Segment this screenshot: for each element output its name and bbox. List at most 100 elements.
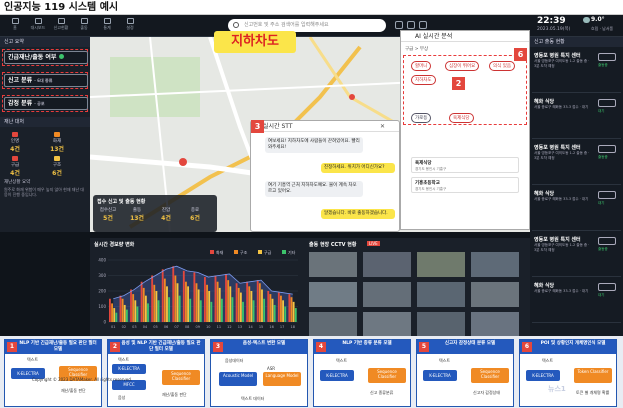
nav-dispatch[interactable]: 출동 — [73, 17, 95, 35]
bar — [130, 289, 132, 322]
bar — [220, 298, 223, 322]
keyword-chip[interactable]: 의식 있음 — [489, 61, 515, 71]
legend-swatch — [282, 250, 286, 254]
bar — [248, 286, 251, 322]
emergency-dispatch-button[interactable]: 긴급재난/출동 여부 — [4, 51, 88, 64]
cctv-feed[interactable] — [363, 282, 411, 307]
bar — [269, 294, 272, 322]
bar — [136, 306, 139, 322]
cctv-feed[interactable] — [471, 252, 519, 277]
cctv-feed[interactable] — [309, 252, 357, 277]
dispatch-card[interactable]: 혜화 식당 서울 종로구 혜화동 33-3 접수 · 대기 대기 — [532, 95, 621, 139]
user-icon[interactable] — [419, 21, 427, 29]
nav-dashboard[interactable]: 대시보드 — [27, 17, 49, 35]
bar — [172, 266, 175, 322]
dispatch-card[interactable]: 혜화 식당 서울 종로구 혜화동 33-3 접수 · 대기 대기 — [532, 279, 621, 323]
model-card-6: POI 및 상황인지 개체명인식 모델 6 텍스트 K-ELECTRA Token… — [519, 339, 617, 407]
bell-icon[interactable] — [395, 21, 403, 29]
bar — [185, 281, 187, 322]
emotion-type-button[interactable]: 감정 분류 · 공포 — [4, 97, 88, 110]
bar — [144, 295, 147, 322]
model-card-4: NLP 기반 종류 분류 모델 4 텍스트 K-ELECTRA Sequence … — [313, 339, 411, 407]
dispatch-card[interactable]: 영등포 병원 특지 센터 서울 영등포구 여의도동 1-2 출동 중 · 3분 … — [532, 141, 621, 185]
cctv-feed[interactable] — [309, 312, 357, 337]
bar — [113, 308, 116, 322]
left-panel: 신고 요약 긴급재난/출동 여부 신고 분류 · 6대 종류 감정 분류 · 공… — [0, 37, 90, 232]
bar — [182, 270, 185, 322]
cctv-feed[interactable] — [471, 282, 519, 307]
bar — [277, 292, 280, 322]
note-text: 원주로 화재 위험이 매우 높지 않아 현재 재난 대응이 진행 중입니다. — [4, 187, 85, 197]
nav-stats[interactable]: 통계 — [96, 17, 118, 35]
x-tick-label: 06 — [164, 325, 168, 329]
truck-icon — [598, 99, 616, 107]
report-type-button[interactable]: 신고 분류 · 6대 종류 — [4, 74, 88, 87]
keyword-chip[interactable]: 육제식당 — [449, 113, 474, 123]
map-marker[interactable] — [179, 158, 187, 166]
bar — [132, 294, 135, 322]
bar — [292, 301, 295, 322]
bar — [252, 300, 255, 322]
cctv-feed[interactable] — [417, 282, 465, 307]
keyword-chip[interactable]: 할머니 — [411, 61, 432, 71]
bar — [134, 300, 137, 322]
status-dot — [58, 54, 64, 59]
cctv-feed[interactable] — [417, 252, 465, 277]
dispatch-card[interactable]: 영등포 병원 특지 센터 서울 영등포구 여의도동 1-2 출동 중 · 3분 … — [532, 49, 621, 93]
bar — [267, 291, 270, 322]
place-item[interactable]: 기흥초등학교 경기도 용인시 기흥구 — [411, 177, 519, 193]
stt-title: 실시간 STT — [251, 121, 399, 132]
bar — [204, 277, 206, 322]
cctv-feed[interactable] — [309, 282, 357, 307]
ambulance-icon — [12, 156, 18, 161]
clock-time: 22:39 — [537, 16, 566, 26]
keyword-chip[interactable]: 가로등 — [411, 113, 432, 123]
bar — [273, 304, 276, 322]
truck-icon — [598, 191, 616, 199]
cctv-feed[interactable] — [363, 312, 411, 337]
ai-title: AI 실시간 분석 — [401, 31, 529, 42]
x-tick-label: 14 — [248, 325, 253, 329]
keyword-chip[interactable]: 심장이 뛰어요 — [445, 61, 480, 71]
ai-analysis-panel: AI 실시간 분석 구급 > 부상 할머니 심장이 뛰어요 의식 있음 지하차도… — [400, 30, 530, 230]
nav-settings[interactable]: 설정 — [119, 17, 141, 35]
map-marker[interactable] — [349, 94, 355, 100]
cctv-feed[interactable] — [363, 252, 411, 277]
bar — [271, 298, 274, 322]
badge-2: 2 — [452, 77, 465, 90]
dispatch-card[interactable]: 혜화 식당 서울 종로구 혜화동 33-3 접수 · 대기 대기 — [532, 187, 621, 231]
mail-icon[interactable] — [407, 21, 415, 29]
nav-home[interactable]: 홈 — [4, 17, 26, 35]
dispatch-card[interactable]: 영등포 병원 특지 센터 서울 영등포구 여의도동 1-2 출동 중 · 3분 … — [532, 233, 621, 277]
place-item[interactable]: 육제식당 경기도 용인시 기흥구 — [411, 157, 519, 173]
stt-panel: 실시간 STT 여보세요! 지하차도에 사람들이 갇혀있어요. 빨리 와주세요!… — [250, 120, 400, 232]
tunnel-alert-label: 지하차도 — [214, 31, 296, 53]
bar — [163, 278, 166, 322]
bar — [214, 275, 217, 322]
x-tick-label: 13 — [238, 325, 242, 329]
bar — [288, 294, 291, 322]
fire-icon — [54, 132, 60, 137]
stat-ambulance: 구급 4건 — [4, 155, 26, 177]
legend-label: 구급 — [264, 250, 272, 255]
rescue-icon — [54, 156, 60, 161]
legend-swatch — [210, 250, 214, 254]
stt-bubble: 여기 기흥역 근처 지하차도예요. 물이 계속 차오르고 있어요. — [265, 181, 363, 197]
bar — [282, 300, 285, 322]
keyword-chip[interactable]: 지하차도 — [411, 75, 436, 85]
legend-swatch — [258, 250, 262, 254]
rec-stat: 종료 6건 — [190, 208, 200, 222]
legend-label: 구조 — [240, 250, 248, 255]
bar — [187, 286, 190, 322]
cctv-feed[interactable] — [471, 312, 519, 337]
bar — [290, 297, 293, 322]
cctv-feed[interactable] — [417, 312, 465, 337]
right-header: 신고 출동 현황 — [530, 37, 623, 47]
bar — [231, 297, 234, 322]
chart-title: 실시간 경보량 변화 — [94, 242, 135, 248]
close-icon[interactable]: ✕ — [380, 123, 385, 130]
bar — [229, 286, 232, 322]
truck-icon — [598, 283, 616, 291]
x-tick-label: 18 — [290, 325, 294, 329]
nav-reports[interactable]: 신고현황 — [50, 17, 72, 35]
